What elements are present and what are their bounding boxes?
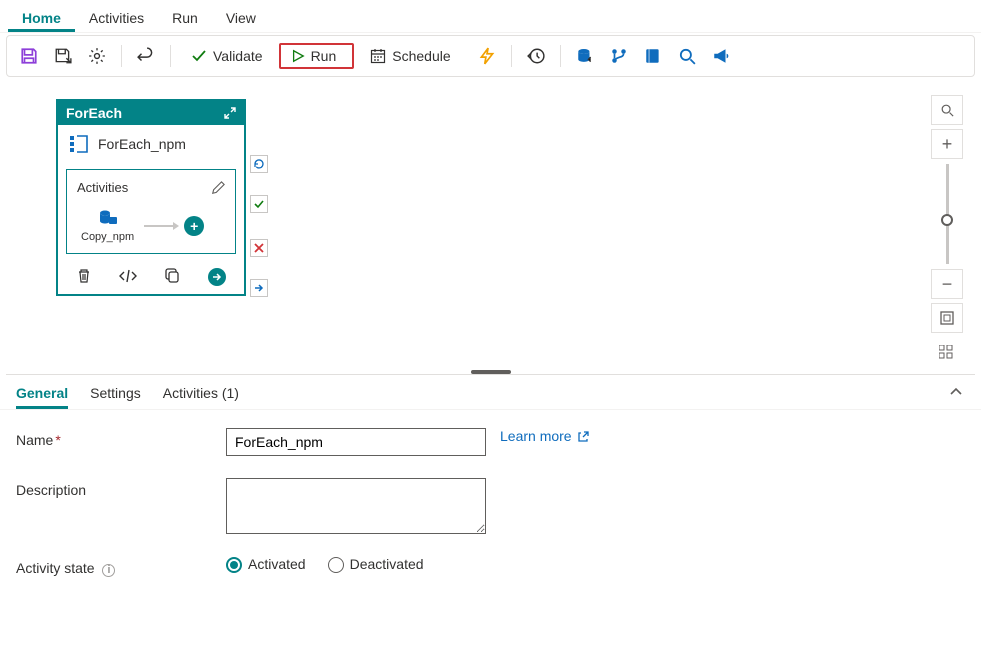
activity-name-row: ForEach_npm bbox=[58, 125, 244, 163]
zoom-in-button[interactable]: + bbox=[931, 129, 963, 159]
tab-settings[interactable]: Settings bbox=[90, 385, 141, 409]
save-icon[interactable] bbox=[15, 42, 43, 70]
delete-icon[interactable] bbox=[76, 268, 92, 284]
name-input[interactable] bbox=[226, 428, 486, 456]
menu-home[interactable]: Home bbox=[8, 4, 75, 32]
menu-run[interactable]: Run bbox=[158, 4, 212, 32]
settings-gear-icon[interactable] bbox=[83, 42, 111, 70]
inner-activities-box: Activities Copy_npm + bbox=[66, 169, 236, 254]
toolbar-divider bbox=[511, 45, 512, 67]
connector-skip-icon[interactable] bbox=[250, 279, 268, 297]
checkmark-icon bbox=[191, 48, 207, 64]
toolbar-divider bbox=[170, 45, 171, 67]
activity-state-label: Activity state i bbox=[16, 556, 226, 577]
radio-activated-indicator bbox=[226, 557, 242, 573]
external-link-icon bbox=[577, 431, 589, 443]
validate-button[interactable]: Validate bbox=[181, 44, 273, 68]
tab-activities[interactable]: Activities (1) bbox=[163, 385, 239, 409]
schedule-button[interactable]: Schedule bbox=[360, 44, 460, 68]
schedule-label: Schedule bbox=[392, 48, 450, 64]
properties-form: Name* Learn more Description Activity st… bbox=[0, 410, 981, 617]
properties-tabs: General Settings Activities (1) bbox=[0, 375, 981, 410]
minimap-icon[interactable] bbox=[931, 337, 963, 367]
copy-data-icon bbox=[98, 209, 118, 227]
zoom-handle[interactable] bbox=[941, 214, 953, 226]
zoom-controls: + − bbox=[929, 95, 965, 367]
validate-label: Validate bbox=[213, 48, 263, 64]
foreach-activity-card[interactable]: ForEach ForEach_npm Activities bbox=[56, 99, 246, 296]
book-icon[interactable] bbox=[639, 42, 667, 70]
inner-flow: Copy_npm + bbox=[77, 209, 225, 243]
activity-card-footer bbox=[58, 262, 244, 294]
database-icon[interactable] bbox=[571, 42, 599, 70]
connector-failure-icon[interactable] bbox=[250, 239, 268, 257]
pipeline-canvas[interactable]: ForEach ForEach_npm Activities bbox=[6, 83, 975, 375]
menu-view[interactable]: View bbox=[212, 4, 270, 32]
calendar-icon bbox=[370, 48, 386, 64]
tab-general[interactable]: General bbox=[16, 385, 68, 409]
collapse-panel-icon[interactable] bbox=[949, 385, 963, 410]
activity-name: ForEach_npm bbox=[98, 136, 186, 152]
search-icon[interactable] bbox=[673, 42, 701, 70]
copy-activity-node[interactable]: Copy_npm bbox=[81, 209, 134, 243]
run-label: Run bbox=[311, 48, 337, 64]
branch-icon[interactable] bbox=[605, 42, 633, 70]
zoom-out-button[interactable]: − bbox=[931, 269, 963, 299]
menu-activities[interactable]: Activities bbox=[75, 4, 158, 32]
clone-icon[interactable] bbox=[165, 268, 181, 284]
copy-activity-label: Copy_npm bbox=[81, 231, 134, 243]
radio-deactivated[interactable]: Deactivated bbox=[328, 556, 424, 573]
code-icon[interactable] bbox=[119, 268, 137, 284]
toolbar: Validate Run Schedule bbox=[6, 35, 975, 77]
learn-more-link[interactable]: Learn more bbox=[500, 428, 589, 444]
run-button[interactable]: Run bbox=[279, 43, 355, 69]
connector-success-icon[interactable] bbox=[250, 195, 268, 213]
main-menubar: Home Activities Run View bbox=[0, 0, 981, 33]
fit-to-screen-icon[interactable] bbox=[931, 303, 963, 333]
play-icon bbox=[291, 49, 305, 63]
undo-icon[interactable] bbox=[132, 42, 160, 70]
edit-pencil-icon[interactable] bbox=[211, 181, 225, 195]
inner-activities-label: Activities bbox=[77, 180, 128, 195]
history-icon[interactable] bbox=[522, 42, 550, 70]
radio-activated[interactable]: Activated bbox=[226, 556, 306, 573]
lightning-icon[interactable] bbox=[473, 42, 501, 70]
description-label: Description bbox=[16, 478, 226, 498]
panel-resize-handle[interactable] bbox=[471, 370, 511, 374]
foreach-icon bbox=[68, 133, 90, 155]
toolbar-divider bbox=[560, 45, 561, 67]
radio-deactivated-indicator bbox=[328, 557, 344, 573]
expand-icon[interactable] bbox=[224, 107, 236, 119]
activity-type-label: ForEach bbox=[66, 105, 122, 121]
proceed-arrow-icon[interactable] bbox=[208, 268, 226, 286]
description-input[interactable] bbox=[226, 478, 486, 534]
megaphone-icon[interactable] bbox=[707, 42, 735, 70]
activity-card-header: ForEach bbox=[58, 101, 244, 125]
add-activity-button[interactable]: + bbox=[184, 216, 204, 236]
info-icon[interactable]: i bbox=[102, 564, 115, 577]
zoom-slider[interactable] bbox=[946, 164, 949, 264]
toolbar-divider bbox=[121, 45, 122, 67]
connector-retry-icon[interactable] bbox=[250, 155, 268, 173]
flow-arrow-icon bbox=[144, 225, 174, 227]
zoom-search-icon[interactable] bbox=[931, 95, 963, 125]
save-as-icon[interactable] bbox=[49, 42, 77, 70]
name-label: Name* bbox=[16, 428, 226, 448]
